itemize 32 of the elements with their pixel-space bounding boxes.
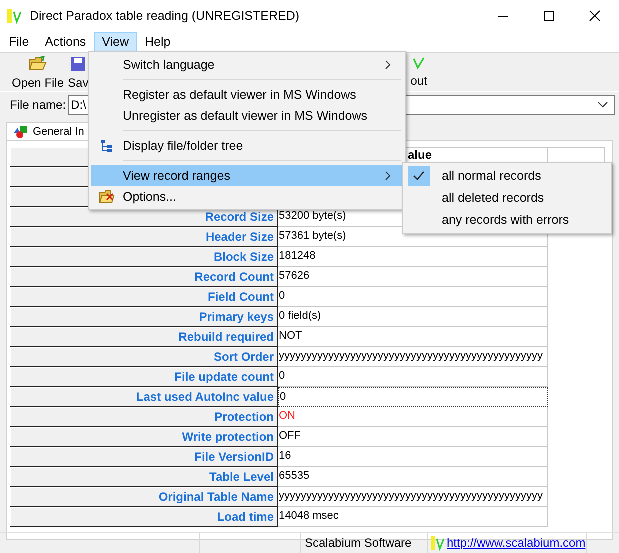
row-label: Load time [10, 507, 278, 527]
row-label: Table Level [10, 467, 278, 487]
table-cell: 16 [278, 447, 548, 467]
row-label: Original Table Name [10, 487, 278, 507]
table-cell: 0 [278, 387, 548, 407]
table-cell: OFF [278, 427, 548, 447]
row-label: Write protection [10, 427, 278, 447]
table-cell: NOT [278, 327, 548, 347]
table-cell: yyyyyyyyyyyyyyyyyyyyyyyyyyyyyyyyyyyyyyyyyyyyyyyy [278, 347, 548, 367]
row-label: Protection [10, 407, 278, 427]
row-label: Block Size [10, 247, 278, 267]
row-label: Sort Order [10, 347, 278, 367]
table-cell: 57626 [278, 267, 548, 287]
table-cell: 0 field(s) [278, 307, 548, 327]
company-name: Scalabium Software [305, 536, 412, 550]
row-label: File VersionID [10, 447, 278, 467]
table-cell: yyyyyyyyyyyyyyyyyyyyyyyyyyyyyyyyyyyyyyyyyyyyyyyy [278, 487, 548, 507]
table-cell: 0 [278, 287, 548, 307]
row-label: Record Count [10, 267, 278, 287]
table-cell: 181248 [278, 247, 548, 267]
window-title: Direct Paradox table reading (UNREGISTERED) [30, 9, 301, 23]
row-label: File update count [10, 367, 278, 387]
table-cell: ON [278, 407, 548, 427]
row-label: Field Count [10, 287, 278, 307]
file-name-label: File name: [10, 98, 66, 112]
row-label: Rebuild required [10, 327, 278, 347]
table-cell: 0 [278, 367, 548, 387]
table-cell: 14048 msec [278, 507, 548, 527]
row-label: Last used AutoInc value [10, 387, 278, 407]
row-label: Header Size [10, 227, 278, 247]
table-cell: 65535 [278, 467, 548, 487]
row-label: Primary keys [10, 307, 278, 327]
